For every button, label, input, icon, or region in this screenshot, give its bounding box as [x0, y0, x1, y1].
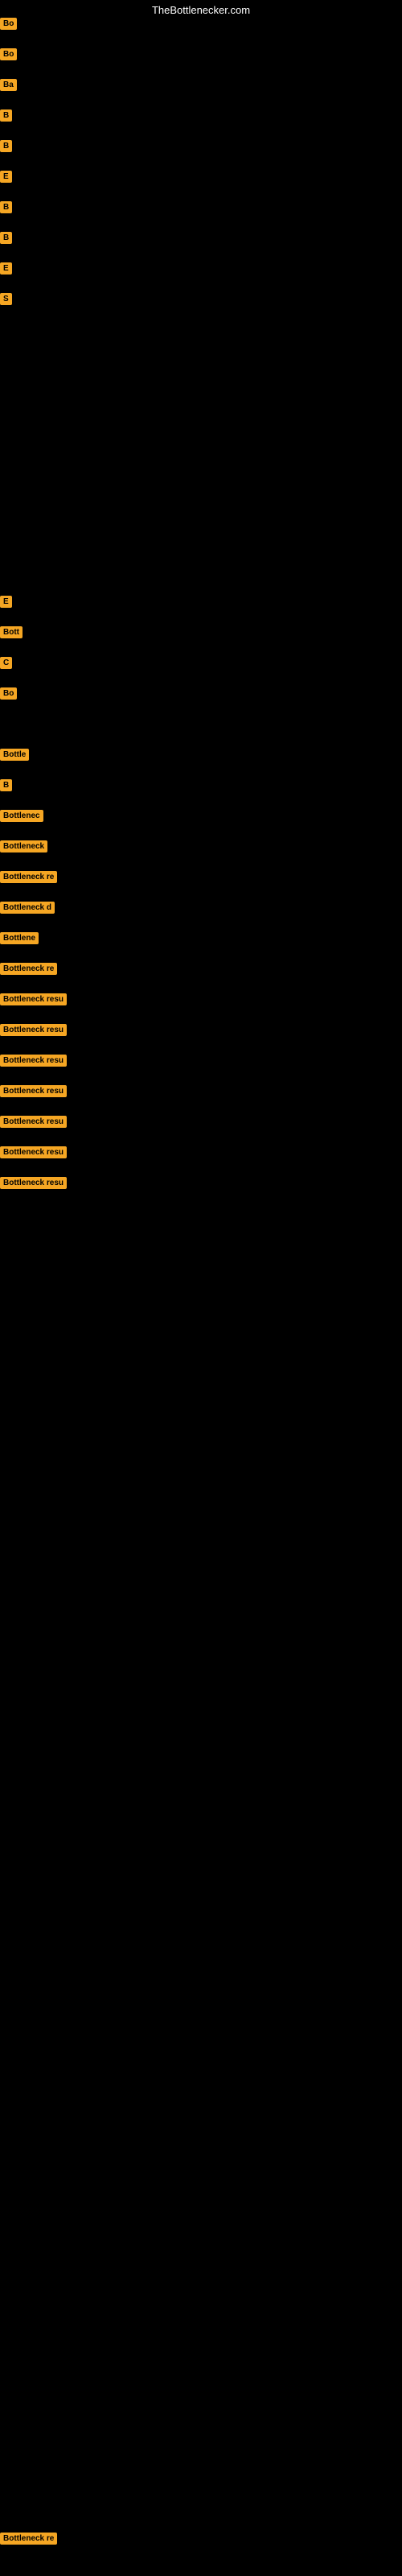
- badge-b30: Bottleneck re: [0, 2533, 57, 2545]
- badge-b16: B: [0, 779, 12, 791]
- badge-b20: Bottleneck d: [0, 902, 55, 914]
- badge-b6: E: [0, 171, 12, 183]
- badge-b15: Bottle: [0, 749, 29, 761]
- badge-b4: B: [0, 109, 12, 122]
- badge-b12: Bott: [0, 626, 23, 638]
- badge-b27: Bottleneck resu: [0, 1116, 67, 1128]
- badge-b9: E: [0, 262, 12, 275]
- badge-b24: Bottleneck resu: [0, 1024, 67, 1036]
- badge-b7: B: [0, 201, 12, 213]
- badge-b5: B: [0, 140, 12, 152]
- badge-b11: E: [0, 596, 12, 608]
- badge-b13: C: [0, 657, 12, 669]
- badge-b21: Bottlene: [0, 932, 39, 944]
- badge-b14: Bo: [0, 687, 17, 700]
- badge-b1: Bo: [0, 18, 17, 30]
- badge-b17: Bottlenec: [0, 810, 43, 822]
- badge-b2: Bo: [0, 48, 17, 60]
- badge-b22: Bottleneck re: [0, 963, 57, 975]
- badge-b26: Bottleneck resu: [0, 1085, 67, 1097]
- badge-b8: B: [0, 232, 12, 244]
- badge-b10: S: [0, 293, 12, 305]
- badge-b18: Bottleneck: [0, 840, 47, 852]
- badge-b28: Bottleneck resu: [0, 1146, 67, 1158]
- site-title: TheBottlenecker.com: [152, 4, 250, 16]
- badge-b23: Bottleneck resu: [0, 993, 67, 1005]
- badge-b19: Bottleneck re: [0, 871, 57, 883]
- badge-b3: Ba: [0, 79, 17, 91]
- badge-b25: Bottleneck resu: [0, 1055, 67, 1067]
- badge-b29: Bottleneck resu: [0, 1177, 67, 1189]
